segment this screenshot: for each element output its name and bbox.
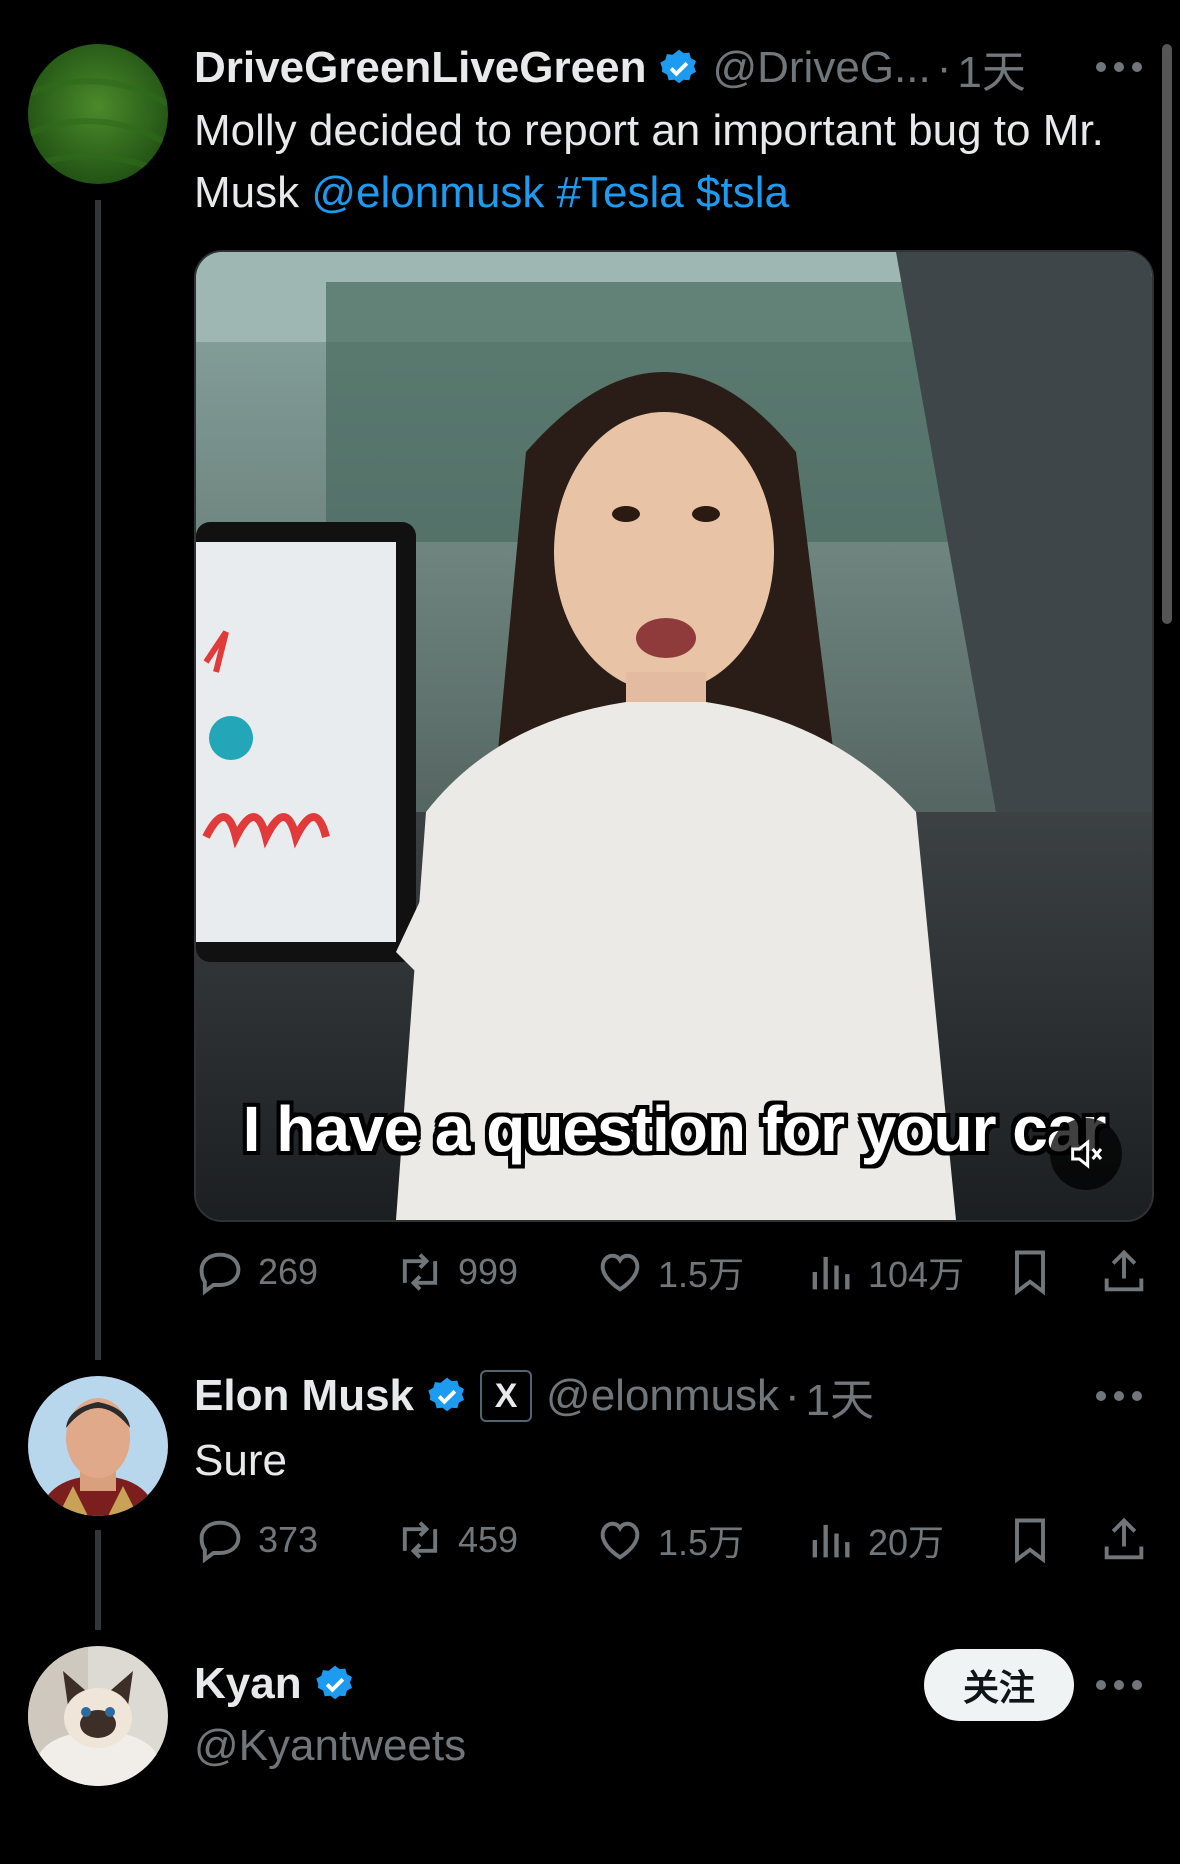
reply-icon — [199, 1252, 241, 1296]
views-button[interactable]: 20万 — [804, 1510, 944, 1570]
mute-icon[interactable] — [1050, 1118, 1122, 1190]
author-handle[interactable]: @elonmusk — [546, 1371, 779, 1421]
retweet-button[interactable]: 459 — [394, 1510, 518, 1570]
bookmark-button[interactable] — [1004, 1510, 1056, 1570]
retweet-button[interactable]: 999 — [394, 1242, 518, 1302]
hashtag-link[interactable]: #Tesla — [557, 168, 684, 217]
avatar[interactable] — [28, 44, 168, 184]
tweet-header: Kyan — [194, 1654, 368, 1714]
more-icon[interactable] — [1096, 62, 1142, 72]
reply-icon — [199, 1520, 241, 1564]
like-button[interactable]: 1.5万 — [594, 1242, 744, 1302]
author-name[interactable]: DriveGreenLiveGreen — [194, 43, 646, 93]
tweet-text: Sure — [194, 1436, 287, 1485]
like-button[interactable]: 1.5万 — [594, 1510, 744, 1570]
mention-link[interactable]: @elonmusk — [311, 168, 544, 217]
tweet-actions: 269 999 1.5万 104万 — [194, 1242, 1150, 1302]
views-button[interactable]: 104万 — [804, 1242, 964, 1302]
handle-row: @Kyantweets — [194, 1716, 466, 1776]
reply-button[interactable]: 269 — [194, 1242, 318, 1302]
thread-line — [95, 200, 101, 1360]
views-icon — [812, 1524, 850, 1558]
avatar[interactable] — [28, 1646, 168, 1786]
like-icon — [600, 1253, 640, 1292]
video-caption: I have a question for your car — [242, 1093, 1107, 1165]
video-frame — [196, 252, 1152, 1220]
retweet-icon — [402, 1521, 438, 1559]
tweet-header: DriveGreenLiveGreen @DriveG... · 1天 — [194, 38, 1026, 98]
timestamp[interactable]: 1天 — [806, 1364, 874, 1428]
share-button[interactable] — [1098, 1510, 1150, 1570]
tweet-text: Molly decided to report an important bug… — [194, 106, 1104, 217]
follow-button[interactable]: 关注 — [924, 1649, 1074, 1721]
thread-line — [95, 1530, 101, 1630]
author-handle[interactable]: @Kyantweets — [194, 1721, 466, 1771]
verified-icon — [315, 1665, 352, 1700]
scrollbar[interactable] — [1162, 44, 1172, 624]
separator: · — [785, 1371, 800, 1420]
verified-icon — [428, 1377, 465, 1412]
share-icon — [1104, 1249, 1144, 1292]
video-player[interactable]: I have a question for your car — [194, 250, 1154, 1222]
share-button[interactable] — [1098, 1242, 1150, 1302]
more-icon[interactable] — [1096, 1680, 1142, 1690]
share-icon — [1104, 1517, 1144, 1560]
avatar[interactable] — [28, 1376, 168, 1516]
verified-icon — [660, 49, 697, 84]
author-name[interactable]: Kyan — [194, 1659, 302, 1709]
tweet-header: Elon Musk X @elonmusk · 1天 — [194, 1366, 874, 1426]
x-affiliation-badge[interactable]: X — [480, 1370, 533, 1422]
views-icon — [812, 1256, 850, 1290]
bookmark-icon — [1015, 1518, 1045, 1564]
more-icon[interactable] — [1096, 1391, 1142, 1401]
reply-button[interactable]: 373 — [194, 1510, 318, 1570]
retweet-icon — [402, 1253, 438, 1291]
separator: · — [936, 43, 952, 92]
timestamp[interactable]: 1天 — [957, 36, 1025, 100]
author-name[interactable]: Elon Musk — [194, 1371, 414, 1421]
cashtag-link[interactable]: $tsla — [696, 168, 789, 217]
author-handle[interactable]: @DriveG... — [712, 43, 930, 93]
tweet-actions: 373 459 1.5万 20万 — [194, 1510, 1150, 1570]
like-icon — [600, 1521, 640, 1560]
bookmark-icon — [1015, 1250, 1045, 1296]
bookmark-button[interactable] — [1004, 1242, 1056, 1302]
